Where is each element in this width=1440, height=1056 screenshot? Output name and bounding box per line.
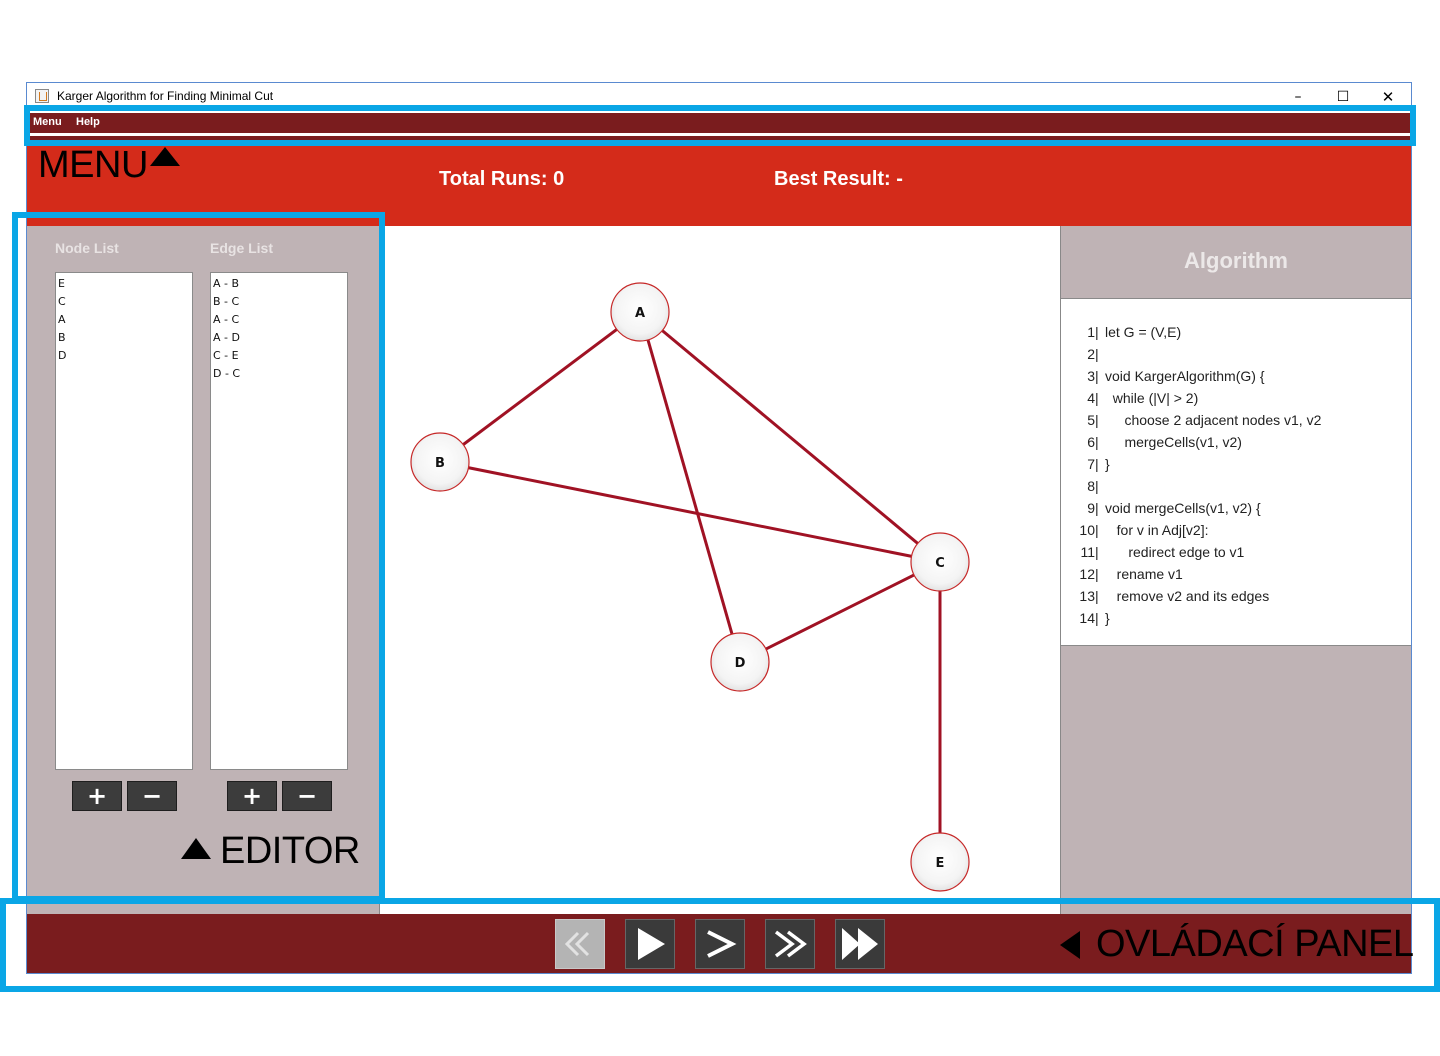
graph-node-D[interactable]: D (710, 632, 770, 692)
code-line-text: while (|V| > 2) (1105, 390, 1199, 406)
code-line-separator: | (1095, 368, 1099, 384)
code-line-text: redirect edge to v1 (1105, 544, 1245, 560)
code-line-text: remove v2 and its edges (1105, 588, 1270, 604)
code-line-number: 13 (1079, 588, 1095, 604)
algorithm-code: 1 | let G = (V,E) 2 | 3 | void KargerAlgorithm(… (1061, 298, 1411, 646)
code-line-separator: | (1095, 544, 1099, 560)
menu-annotation-label: MENU (38, 144, 148, 186)
code-line: 12 | rename v1 (1061, 563, 1411, 585)
graph-edge-B-C[interactable] (439, 460, 941, 564)
algorithm-title: Algorithm (1184, 248, 1288, 273)
code-line: 2 | (1061, 343, 1411, 365)
code-line: 4 | while (|V| > 2) (1061, 387, 1411, 409)
graph-edge-A-D[interactable] (638, 311, 742, 663)
graph-edge-C-D[interactable] (739, 560, 941, 664)
code-line-number: 14 (1079, 610, 1095, 626)
code-line-text: void mergeCells(v1, v2) { (1105, 500, 1261, 516)
graph-edge-A-B[interactable] (439, 310, 641, 464)
code-line-separator: | (1095, 566, 1099, 582)
code-line-number: 2 (1087, 346, 1095, 362)
code-line-number: 4 (1087, 390, 1095, 406)
code-line-number: 11 (1080, 544, 1095, 560)
code-line: 8 | (1061, 475, 1411, 497)
graph-node-E[interactable]: E (910, 832, 970, 892)
code-line-text: } (1105, 456, 1110, 472)
code-line-number: 12 (1079, 566, 1095, 582)
code-line: 6 | mergeCells(v1, v2) (1061, 431, 1411, 453)
code-line-number: 10 (1079, 522, 1095, 538)
code-line-text: mergeCells(v1, v2) (1105, 434, 1242, 450)
code-line-number: 8 (1087, 478, 1095, 494)
graph-canvas[interactable]: A B C D E (379, 226, 1061, 914)
graph-node-label: C (935, 556, 945, 571)
graph-node-label: D (735, 656, 746, 671)
java-app-icon (35, 89, 49, 103)
code-line-number: 6 (1087, 434, 1095, 450)
code-line-separator: | (1095, 324, 1099, 340)
editor-annotation-label: EDITOR (220, 830, 360, 872)
code-line-separator: | (1095, 610, 1099, 626)
algorithm-panel: Algorithm 1 | let G = (V,E) 2 | 3 | void Karger… (1061, 226, 1411, 914)
code-line-number: 1 (1087, 324, 1095, 340)
code-line-separator: | (1095, 588, 1099, 604)
code-line-text: } (1105, 610, 1110, 626)
graph-edge-A-C[interactable] (639, 310, 941, 564)
code-line-number: 3 (1087, 368, 1095, 384)
graph-node-label: A (635, 306, 645, 321)
code-line: 9 | void mergeCells(v1, v2) { (1061, 497, 1411, 519)
code-line-text: let G = (V,E) (1105, 324, 1182, 340)
code-line-number: 7 (1087, 456, 1095, 472)
graph-view[interactable]: A B C D E (380, 226, 1062, 914)
code-line-separator: | (1095, 500, 1099, 516)
code-line-text: choose 2 adjacent nodes v1, v2 (1105, 412, 1322, 428)
graph-node-B[interactable]: B (410, 432, 470, 492)
menu-highlight-box (24, 105, 1416, 146)
graph-node-C[interactable]: C (910, 532, 970, 592)
control-panel-annotation-label: OVLÁDACÍ PANEL (1096, 923, 1414, 965)
total-runs-label: Total Runs: 0 (439, 168, 565, 190)
up-triangle-icon (181, 838, 211, 859)
left-triangle-icon (1060, 931, 1080, 959)
graph-node-A[interactable]: A (610, 282, 670, 342)
code-line: 13 | remove v2 and its edges (1061, 585, 1411, 607)
graph-node-label: E (936, 856, 945, 871)
code-line: 14 |} (1061, 607, 1411, 629)
code-line-separator: | (1095, 478, 1099, 494)
code-line-separator: | (1095, 522, 1099, 538)
graph-node-label: B (435, 456, 445, 471)
code-line-number: 5 (1087, 412, 1095, 428)
editor-highlight-box (12, 212, 385, 902)
code-line-separator: | (1095, 434, 1099, 450)
code-line-text: rename v1 (1105, 566, 1183, 582)
code-line: 10 | for v in Adj[v2]: (1061, 519, 1411, 541)
code-line-separator: | (1095, 412, 1099, 428)
code-line: 7 |} (1061, 453, 1411, 475)
code-line-number: 9 (1087, 500, 1095, 516)
best-result-label: Best Result: - (774, 168, 903, 190)
code-line: 1 | let G = (V,E) (1061, 321, 1411, 343)
code-line: 5 | choose 2 adjacent nodes v1, v2 (1061, 409, 1411, 431)
code-line-separator: | (1095, 390, 1099, 406)
code-line-text: for v in Adj[v2]: (1105, 522, 1209, 538)
up-triangle-icon (150, 147, 180, 166)
code-line-separator: | (1095, 346, 1099, 362)
code-line-separator: | (1095, 456, 1099, 472)
code-line-text: void KargerAlgorithm(G) { (1105, 368, 1265, 384)
code-line: 11 | redirect edge to v1 (1061, 541, 1411, 563)
code-line: 3 | void KargerAlgorithm(G) { (1061, 365, 1411, 387)
window-title: Karger Algorithm for Finding Minimal Cut (57, 89, 274, 103)
